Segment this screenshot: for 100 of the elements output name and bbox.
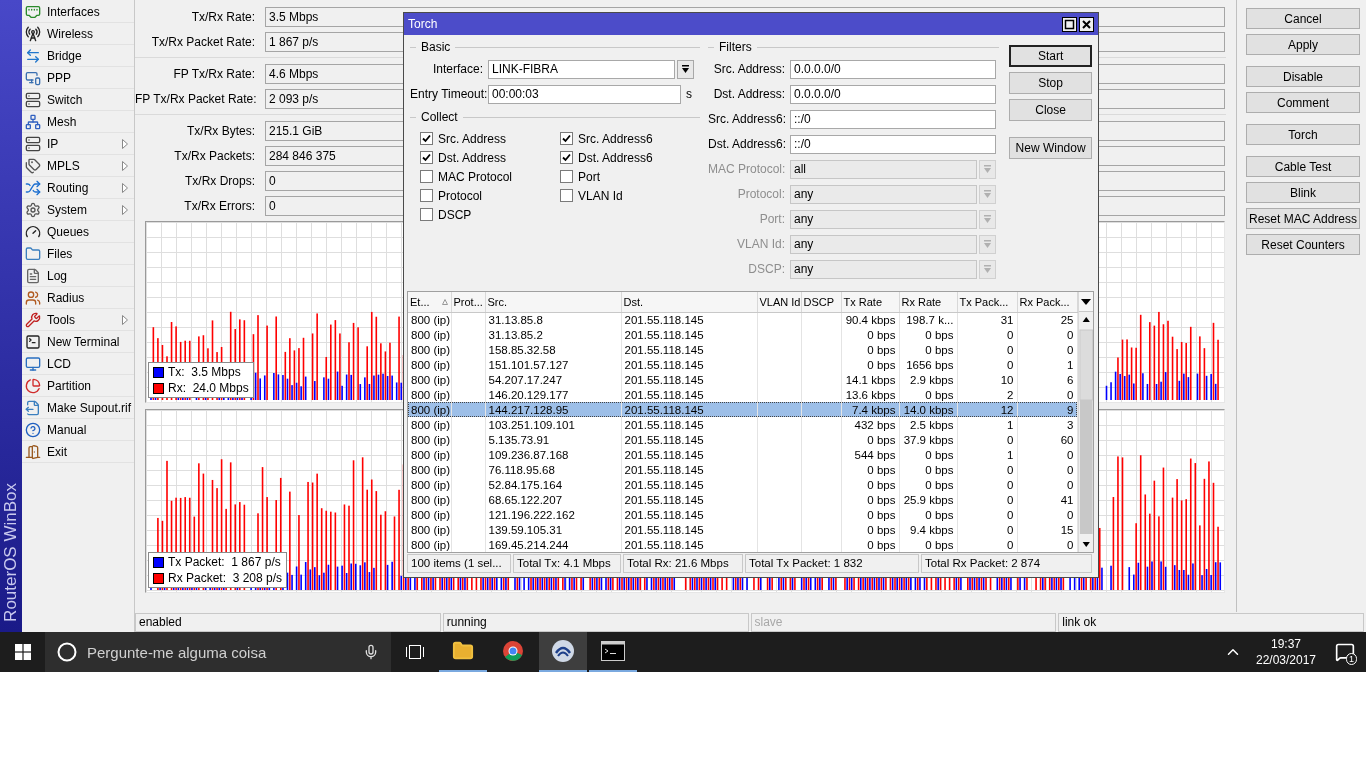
- table-row[interactable]: 800 (ip) 68.65.122.207 201.55.118.145 0 bps 25.9 kbps 0 41: [408, 492, 1077, 507]
- text-field[interactable]: ::/0: [790, 109, 996, 129]
- table-row[interactable]: 800 (ip) 109.236.87.168 201.55.118.145 544 bps 0 bps 1 0: [408, 447, 1077, 462]
- action-button[interactable]: Reset MAC Address: [1246, 208, 1360, 229]
- column-header[interactable]: DSCP: [801, 292, 841, 312]
- checkbox[interactable]: [560, 170, 573, 183]
- column-header[interactable]: Rx Pack...: [1017, 292, 1077, 312]
- sidebar-item[interactable]: Queues: [22, 221, 134, 243]
- field-label: Src. Address6:: [708, 112, 788, 126]
- table-cell: 0: [957, 537, 1017, 552]
- sidebar-item[interactable]: IP: [22, 133, 134, 155]
- action-button[interactable]: Torch: [1246, 124, 1360, 145]
- action-button[interactable]: Comment: [1246, 92, 1360, 113]
- sidebar-item[interactable]: Mesh: [22, 111, 134, 133]
- text-field[interactable]: 00:00:03: [488, 84, 681, 104]
- sidebar-item[interactable]: Exit: [22, 441, 134, 463]
- search-field[interactable]: Pergunte-me alguma coisa: [45, 632, 391, 672]
- column-menu-button[interactable]: [1078, 292, 1093, 312]
- unit-label: s: [686, 87, 692, 101]
- action-button[interactable]: Apply: [1246, 34, 1360, 55]
- table-row[interactable]: 800 (ip) 76.118.95.68 201.55.118.145 0 bps 0 bps 0 0: [408, 462, 1077, 477]
- column-header[interactable]: Dst.: [621, 292, 757, 312]
- checkbox[interactable]: [420, 132, 433, 145]
- checkbox-label: Src. Address: [438, 131, 507, 146]
- action-button[interactable]: Cable Test: [1246, 156, 1360, 177]
- action-button[interactable]: Reset Counters: [1246, 234, 1360, 255]
- dropdown-field[interactable]: LINK-FIBRA: [488, 59, 675, 79]
- sidebar-item[interactable]: Manual: [22, 419, 134, 441]
- sidebar-item[interactable]: Log: [22, 265, 134, 287]
- column-header[interactable]: Tx Pack...: [957, 292, 1017, 312]
- action-button[interactable]: Close: [1009, 99, 1092, 121]
- legend-text: Rx: 24.0 Mbps: [168, 381, 249, 395]
- sidebar-item[interactable]: Routing: [22, 177, 134, 199]
- sidebar-item[interactable]: System: [22, 199, 134, 221]
- gear-icon: [25, 201, 41, 218]
- sidebar-item[interactable]: LCD: [22, 353, 134, 375]
- sidebar-item[interactable]: PPP: [22, 67, 134, 89]
- table-row[interactable]: 800 (ip) 169.45.214.244 201.55.118.145 0 bps 0 bps 0 0: [408, 537, 1077, 552]
- sidebar-item[interactable]: Make Supout.rif: [22, 397, 134, 419]
- sidebar-item[interactable]: New Terminal: [22, 331, 134, 353]
- sidebar-item[interactable]: Radius: [22, 287, 134, 309]
- pie-chart-icon: [25, 377, 41, 394]
- action-button[interactable]: Stop: [1009, 72, 1092, 94]
- status-text: Total Rx: 21.6 Mbps: [623, 554, 743, 573]
- checkbox[interactable]: [560, 189, 573, 202]
- checkbox[interactable]: [560, 151, 573, 164]
- field-label: FP Tx/Rx Packet Rate:: [135, 92, 257, 106]
- table-row[interactable]: 800 (ip) 103.251.109.101 201.55.118.145 432 bps 2.5 kbps 1 3: [408, 417, 1077, 432]
- search-input[interactable]: Pergunte-me alguma coisa: [85, 642, 355, 662]
- table-row[interactable]: 800 (ip) 5.135.73.91 201.55.118.145 0 bps 37.9 kbps 0 60: [408, 432, 1077, 447]
- sidebar-item[interactable]: Bridge: [22, 45, 134, 67]
- table-row[interactable]: 800 (ip) 139.59.105.31 201.55.118.145 0 bps 9.4 kbps 0 15: [408, 522, 1077, 537]
- table-row[interactable]: 800 (ip) 52.84.175.164 201.55.118.145 0 bps 0 bps 0 0: [408, 477, 1077, 492]
- microphone-icon[interactable]: [363, 644, 379, 660]
- table-row[interactable]: 800 (ip) 151.101.57.127 201.55.118.145 0 bps 1656 bps 0 1: [408, 357, 1077, 372]
- action-button[interactable]: Start: [1009, 45, 1092, 67]
- column-header[interactable]: Rx Rate: [899, 292, 957, 312]
- sidebar-item[interactable]: Partition: [22, 375, 134, 397]
- field-label: Tx/Rx Drops:: [185, 174, 255, 188]
- field-label: DSCP:: [747, 262, 786, 276]
- action-button[interactable]: Blink: [1246, 182, 1360, 203]
- column-header[interactable]: Tx Rate: [841, 292, 899, 312]
- column-header[interactable]: Prot...: [451, 292, 485, 312]
- column-header[interactable]: Src.: [485, 292, 621, 312]
- check-icon: [422, 134, 431, 143]
- group-title: Collect: [420, 110, 459, 124]
- column-header[interactable]: Et...: [408, 292, 451, 312]
- checkbox[interactable]: [420, 170, 433, 183]
- checkbox[interactable]: [420, 189, 433, 202]
- column-header[interactable]: VLAN Id: [757, 292, 801, 312]
- sidebar-item[interactable]: Wireless: [22, 23, 134, 45]
- table-row[interactable]: 800 (ip) 146.20.129.177 201.55.118.145 13.6 kbps 0 bps 2 0: [408, 387, 1077, 402]
- maximize-icon[interactable]: [1062, 16, 1077, 32]
- action-button[interactable]: Cancel: [1246, 8, 1360, 29]
- text-field[interactable]: 0.0.0.0/0: [790, 59, 996, 79]
- action-button[interactable]: New Window: [1009, 137, 1092, 159]
- table-row[interactable]: 800 (ip) 158.85.32.58 201.55.118.145 0 bps 0 bps 0 0: [408, 342, 1077, 357]
- scrollbar[interactable]: [1078, 312, 1093, 552]
- sidebar-item[interactable]: Interfaces: [22, 1, 134, 23]
- table-row[interactable]: 800 (ip) 54.207.17.247 201.55.118.145 14.1 kbps 2.9 kbps 10 6: [408, 372, 1077, 387]
- table-row[interactable]: 800 (ip) 31.13.85.2 201.55.118.145 0 bps 0 bps 0 0: [408, 327, 1077, 342]
- taskbar-app-button[interactable]: [539, 632, 587, 672]
- dropdown-button[interactable]: [677, 59, 694, 79]
- close-icon[interactable]: [1079, 16, 1094, 32]
- table-cell: 800 (ip): [408, 537, 451, 552]
- sidebar-item[interactable]: Switch: [22, 89, 134, 111]
- field-label: Src. Address:: [712, 62, 786, 76]
- sidebar-item[interactable]: Files: [22, 243, 134, 265]
- checkbox[interactable]: [420, 208, 433, 221]
- text-field[interactable]: 0.0.0.0/0: [790, 84, 996, 104]
- clock-date: 22/03/2017: [1255, 652, 1317, 668]
- sidebar-item[interactable]: MPLS: [22, 155, 134, 177]
- table-row[interactable]: 800 (ip) 144.217.128.95 201.55.118.145 7.4 kbps 14.0 kbps 12 9: [408, 402, 1077, 417]
- table-row[interactable]: 800 (ip) 121.196.222.162 201.55.118.145 0 bps 0 bps 0 0: [408, 507, 1077, 522]
- text-field[interactable]: ::/0: [790, 134, 996, 154]
- checkbox[interactable]: [560, 132, 573, 145]
- action-button[interactable]: Disable: [1246, 66, 1360, 87]
- sidebar-item[interactable]: Tools: [22, 309, 134, 331]
- checkbox[interactable]: [420, 151, 433, 164]
- notifications-button[interactable]: 1: [1324, 632, 1366, 672]
